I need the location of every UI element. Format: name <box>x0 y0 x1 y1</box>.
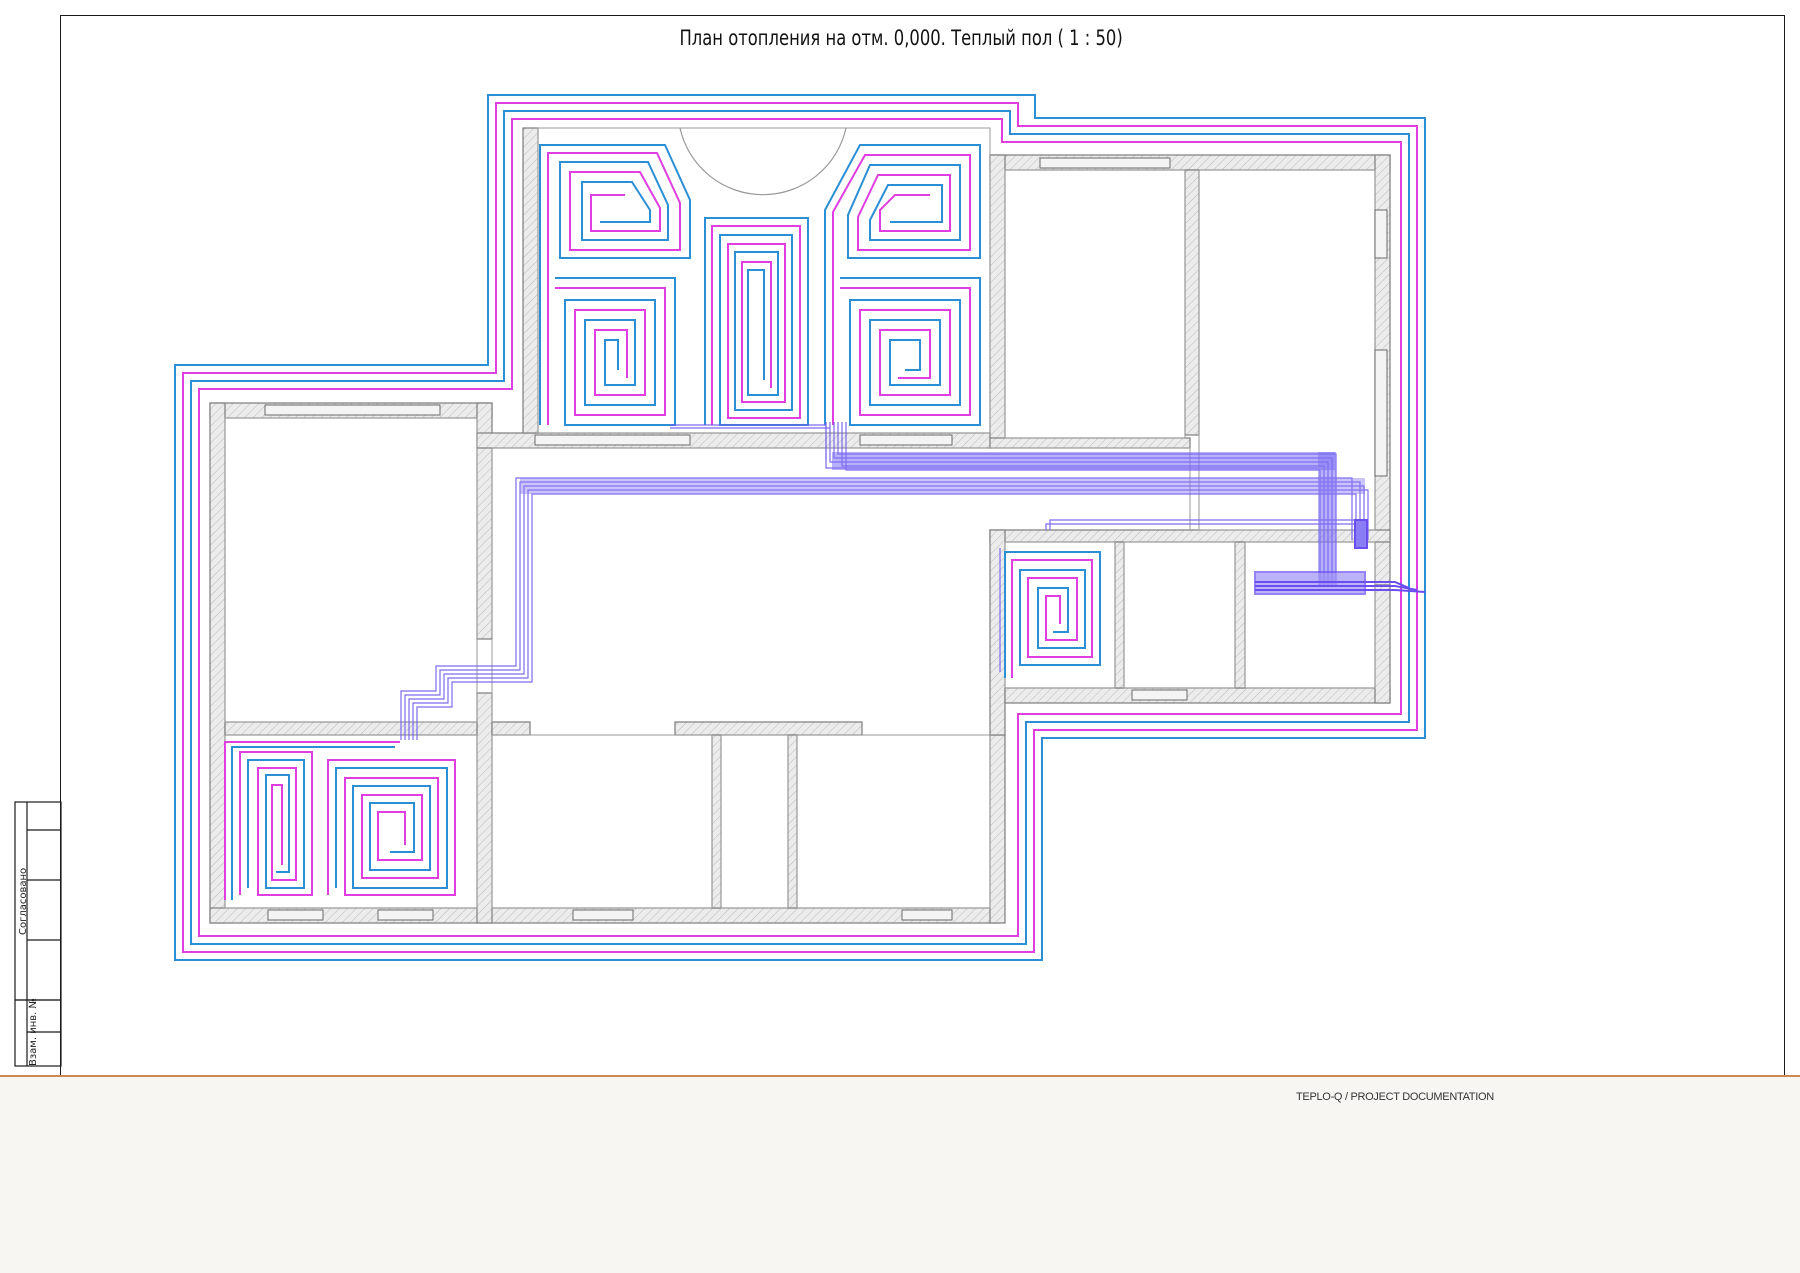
spiral-loops <box>224 144 1101 900</box>
stamp-replace-label: Взам. инв. № <box>28 998 39 1066</box>
main-bundle-fill <box>832 452 1335 470</box>
stamp-approved-label: Согласовано <box>18 867 29 935</box>
distribution-bundle-fill <box>520 478 1365 494</box>
footer-separator <box>0 1075 1800 1077</box>
bay-window-arc <box>679 127 847 196</box>
riser-fill <box>1318 452 1336 585</box>
heating-plan <box>174 94 1426 961</box>
footer-brand: TEPLO-Q / PROJECT DOCUMENTATION <box>1296 1091 1494 1103</box>
